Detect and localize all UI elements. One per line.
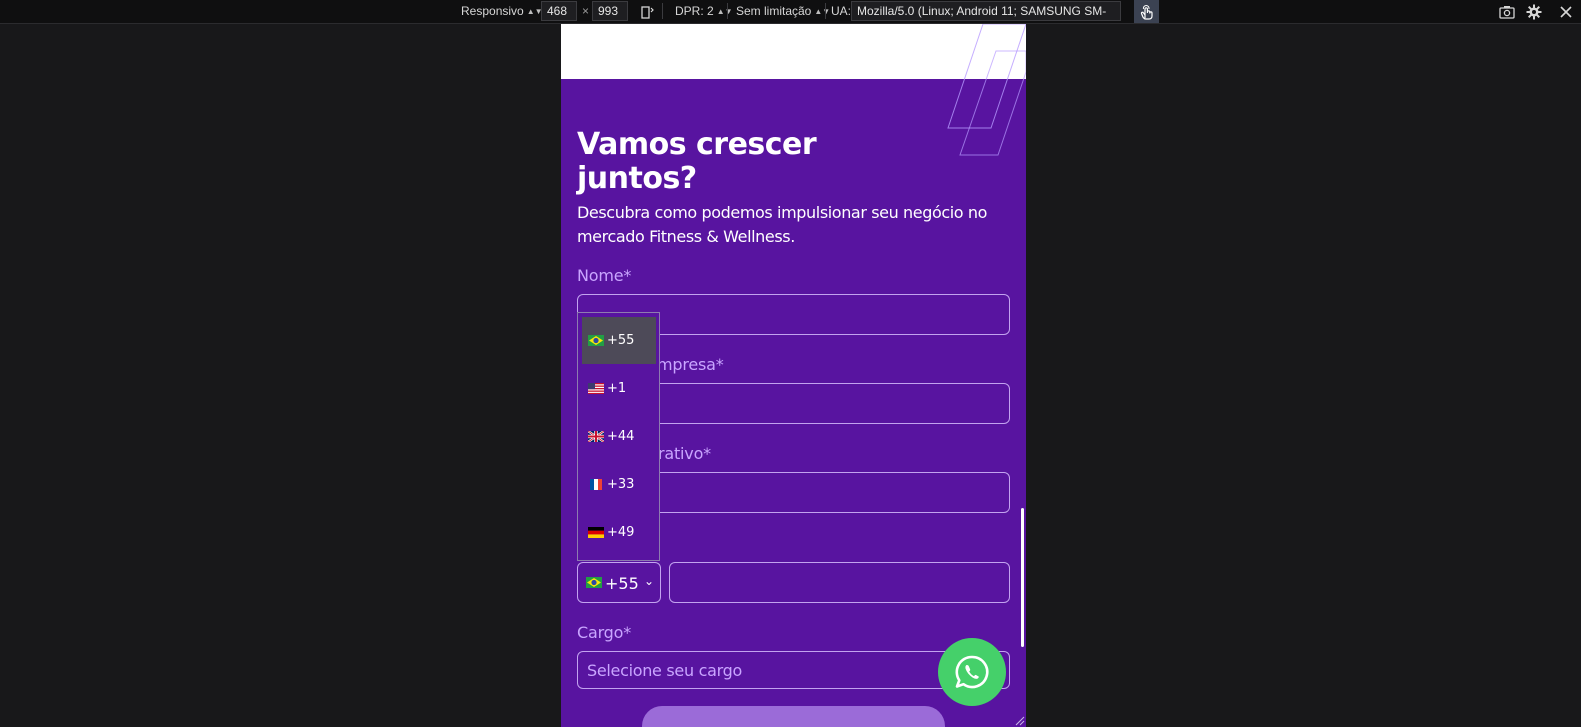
screenshot-icon[interactable] bbox=[1497, 2, 1517, 21]
page-scrollbar[interactable] bbox=[1021, 508, 1024, 647]
email-label: rativo* bbox=[658, 444, 711, 463]
country-option[interactable]: +1 bbox=[582, 365, 656, 412]
country-option-code: +44 bbox=[607, 429, 635, 444]
devtools-device-toolbar: Responsivo ▲▼ 468 × 993 DPR: 2 ▲▼ Sem limi… bbox=[0, 0, 1581, 24]
whatsapp-icon bbox=[955, 655, 989, 689]
device-mode-label: Responsivo bbox=[461, 4, 524, 18]
us-flag-icon bbox=[588, 383, 604, 394]
throttle-select[interactable]: Sem limitação ▲▼ bbox=[736, 0, 830, 23]
phone-input[interactable] bbox=[669, 562, 1010, 603]
toolbar-divider bbox=[727, 3, 728, 19]
uk-flag-icon bbox=[588, 431, 604, 442]
country-code-select[interactable]: +55 ⌄ bbox=[577, 562, 661, 603]
viewport-height-input[interactable]: 993 bbox=[592, 1, 628, 21]
user-agent-input[interactable]: Mozilla/5.0 (Linux; Android 11; SAMSUNG … bbox=[851, 1, 1121, 21]
country-option[interactable]: +33 bbox=[582, 461, 656, 508]
ua-label: UA: bbox=[831, 4, 852, 18]
brazil-flag-icon bbox=[586, 577, 602, 588]
country-option-code: +1 bbox=[607, 381, 627, 396]
touch-emulation-icon[interactable] bbox=[1134, 0, 1159, 23]
country-option-code: +49 bbox=[607, 525, 635, 540]
page-headline: Vamos crescer juntos? bbox=[577, 127, 817, 196]
rotate-icon[interactable] bbox=[637, 2, 657, 21]
dpr-select[interactable]: DPR: 2 ▲▼ bbox=[675, 0, 733, 23]
whatsapp-button[interactable] bbox=[938, 638, 1006, 706]
throttle-label: Sem limitação bbox=[736, 4, 812, 18]
country-option[interactable]: +49 bbox=[582, 509, 656, 556]
dpr-label: DPR: 2 bbox=[675, 4, 714, 18]
country-code-value: +55 bbox=[605, 574, 639, 593]
emulated-viewport: Vamos crescer juntos? Descubra como pode… bbox=[561, 24, 1026, 727]
settings-gear-icon[interactable] bbox=[1524, 2, 1544, 21]
france-flag-icon bbox=[590, 479, 602, 490]
close-icon[interactable] bbox=[1556, 2, 1576, 21]
chevron-updown-icon: ▲▼ bbox=[716, 7, 733, 16]
country-option-code: +33 bbox=[607, 477, 635, 492]
chevron-down-icon: ⌄ bbox=[644, 574, 655, 588]
country-code-dropdown: +55 +1 +44 +33 +49 bbox=[577, 312, 660, 561]
toolbar-divider bbox=[662, 3, 663, 19]
cargo-label: Cargo* bbox=[577, 623, 632, 642]
submit-button[interactable] bbox=[642, 706, 945, 727]
chevron-updown-icon: ▲▼ bbox=[814, 7, 831, 16]
resize-grip-icon[interactable] bbox=[1013, 714, 1025, 726]
germany-flag-icon bbox=[588, 527, 604, 538]
nome-label: Nome* bbox=[577, 266, 632, 285]
dimension-separator: × bbox=[582, 4, 590, 18]
device-mode-select[interactable]: Responsivo ▲▼ bbox=[461, 0, 543, 23]
decorative-parallelograms bbox=[947, 24, 1026, 156]
country-option-code: +55 bbox=[607, 333, 635, 348]
cargo-placeholder: Selecione seu cargo bbox=[587, 661, 742, 680]
viewport-width-input[interactable]: 468 bbox=[541, 1, 577, 21]
brazil-flag-icon bbox=[588, 335, 604, 346]
toolbar-divider bbox=[825, 3, 826, 19]
country-option[interactable]: +44 bbox=[582, 413, 656, 460]
empresa-label: mpresa* bbox=[657, 355, 724, 374]
country-option[interactable]: +55 bbox=[582, 317, 656, 364]
page-subtitle: Descubra como podemos impulsionar seu ne… bbox=[577, 203, 987, 246]
